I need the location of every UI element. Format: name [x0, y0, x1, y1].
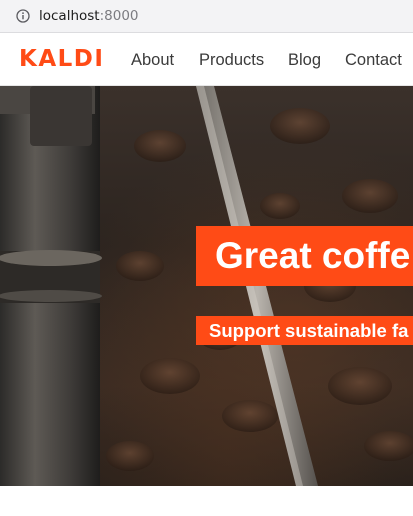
hero-headline: Great coffe — [215, 235, 411, 276]
browser-address-bar[interactable]: localhost:8000 — [0, 0, 413, 33]
url-text[interactable]: localhost:8000 — [39, 7, 139, 25]
hero-background-image — [0, 86, 413, 486]
url-host: localhost — [39, 8, 100, 24]
headline-highlight: Great coffe — [196, 226, 413, 286]
nav-link-about[interactable]: About — [131, 50, 174, 70]
site-logo[interactable]: KALDI — [19, 46, 104, 72]
subheading-highlight: Support sustainable fa — [196, 316, 413, 345]
nav-link-products[interactable]: Products — [199, 50, 264, 70]
nav-link-contact[interactable]: Contact — [345, 50, 402, 70]
site-navbar: KALDI About Products Blog Contact — [0, 33, 413, 86]
hero-subheading: Support sustainable fa — [209, 320, 409, 341]
url-port: :8000 — [99, 8, 139, 24]
nav-link-blog[interactable]: Blog — [288, 50, 321, 70]
info-icon[interactable] — [16, 9, 30, 23]
hero-banner: Great coffe Support sustainable fa — [0, 86, 413, 486]
